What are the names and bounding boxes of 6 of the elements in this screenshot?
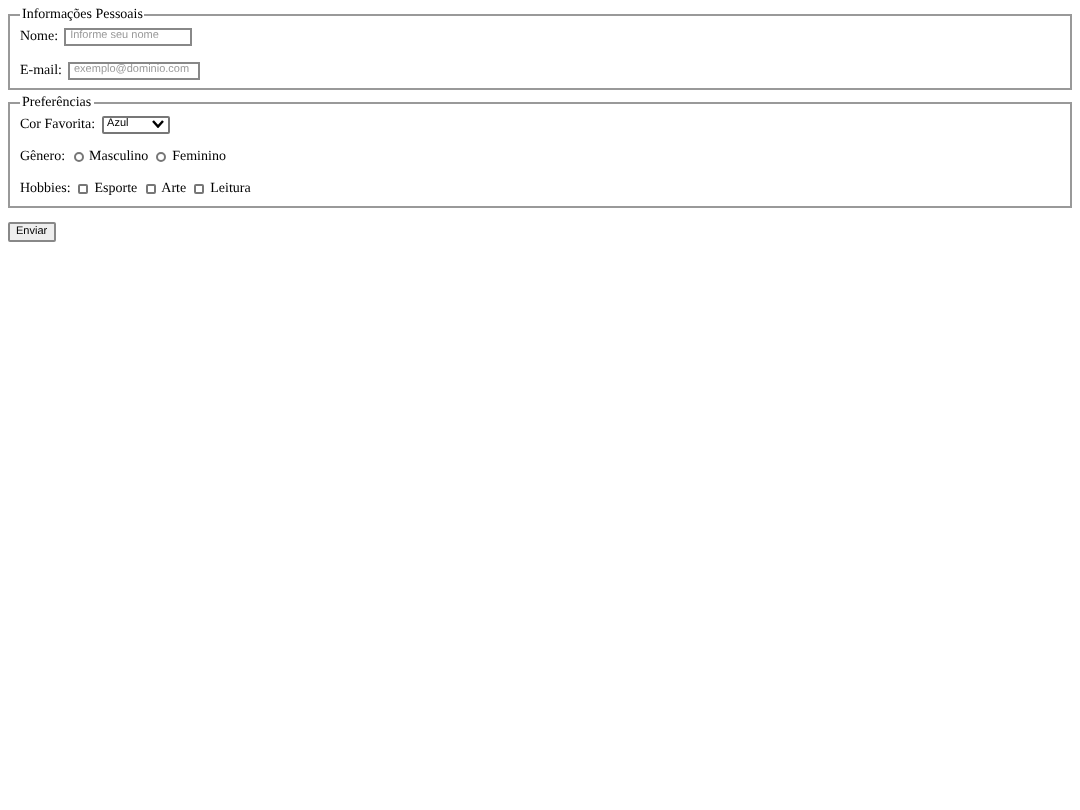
checkbox[interactable] <box>145 183 156 193</box>
caret-icon <box>151 120 164 128</box>
radio-button[interactable] <box>156 151 167 161</box>
radio-button[interactable] <box>73 151 84 161</box>
checkbox[interactable] <box>194 183 205 193</box>
checkbox[interactable] <box>78 183 89 193</box>
